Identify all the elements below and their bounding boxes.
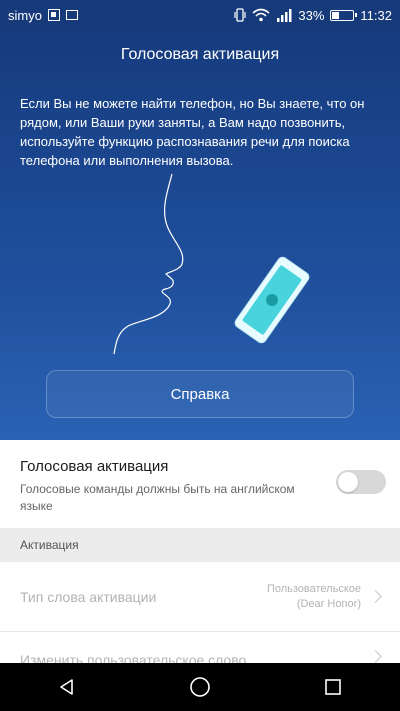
wifi-icon: [252, 8, 270, 22]
activation-word-type-row[interactable]: Тип слова активации Пользовательское (De…: [0, 562, 400, 632]
image-notification-icon: [47, 9, 60, 21]
page-title: Голосовая активация: [120, 46, 280, 63]
help-button[interactable]: Справка: [46, 370, 354, 418]
activation-word-type-value-sub: (Dear Honor): [296, 597, 361, 610]
back-button[interactable]: [37, 663, 97, 711]
phone-icon: [234, 256, 310, 344]
carrier-label: simyo: [8, 7, 42, 23]
activation-word-type-value: Пользовательское (Dear Honor): [267, 582, 361, 612]
battery-icon: [330, 9, 358, 21]
toggle-knob: [338, 472, 358, 492]
activation-word-type-right: Пользовательское (Dear Honor): [267, 582, 382, 612]
chevron-right-icon: [369, 650, 382, 663]
status-left: simyo: [8, 8, 78, 23]
battery-percent: 33%: [298, 7, 325, 23]
voice-activation-toggle[interactable]: [336, 470, 386, 494]
home-button[interactable]: [170, 663, 230, 711]
navigation-bar: [0, 663, 400, 711]
activation-word-type-value-main: Пользовательское: [266, 582, 361, 595]
voice-activation-title: Голосовая активация: [20, 458, 169, 475]
voice-activation-illustration: [113, 173, 310, 355]
hero-description: Если Вы не можете найти телефон, но Вы з…: [20, 96, 365, 168]
face-profile-line: [113, 173, 184, 355]
signal-icon: [277, 9, 292, 22]
voice-activation-description: Голосовые команды должны быть на английс…: [20, 482, 295, 513]
clock: 11:32: [360, 7, 392, 23]
back-icon: [59, 679, 73, 695]
activation-section-header: Активация: [0, 528, 400, 562]
home-icon: [190, 677, 210, 697]
mail-notification-icon: [65, 10, 78, 20]
recents-button[interactable]: [303, 663, 363, 711]
activation-word-type-label: Тип слова активации: [20, 588, 157, 605]
hero-panel: Голосовая активация Если Вы не можете на…: [0, 30, 400, 440]
status-right: 33% 11:32: [234, 8, 392, 23]
recents-icon: [325, 679, 342, 695]
voice-activation-setting[interactable]: Голосовая активация Голосовые команды до…: [0, 440, 400, 528]
change-custom-word-right: [369, 650, 382, 663]
battery-fill: [332, 11, 339, 19]
status-bar: simyo 33% 11:32: [0, 0, 400, 30]
chevron-right-icon: [369, 590, 382, 603]
vibrate-icon: [234, 8, 246, 22]
